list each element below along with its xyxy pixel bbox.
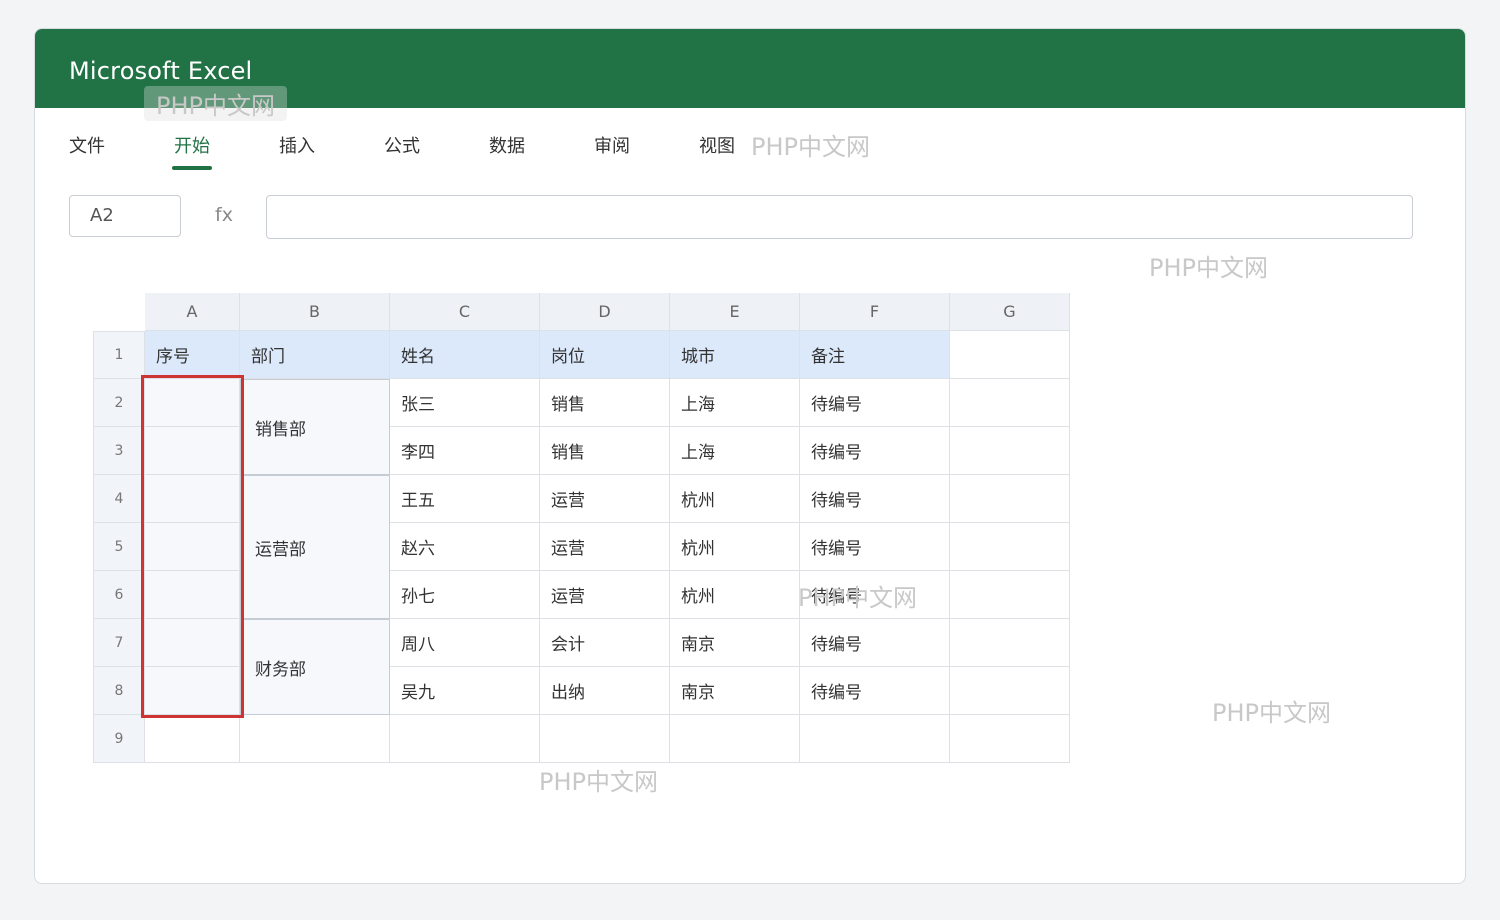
tab-view[interactable]: 视图 <box>699 132 735 158</box>
row-header[interactable]: 6 <box>93 571 145 619</box>
cell-a[interactable] <box>145 523 240 571</box>
header-cell[interactable]: 备注 <box>800 331 950 379</box>
tab-review[interactable]: 审阅 <box>594 132 630 158</box>
header-cell[interactable]: 部门 <box>240 331 390 379</box>
tab-insert[interactable]: 插入 <box>279 132 315 158</box>
empty-cell[interactable] <box>145 715 240 763</box>
cell-role[interactable]: 销售 <box>540 427 670 475</box>
watermark: PHP中文网 <box>1212 699 1331 727</box>
cell-name[interactable]: 李四 <box>390 427 540 475</box>
column-header-e[interactable]: E <box>670 293 800 331</box>
cell-note[interactable]: 待编号 <box>800 379 950 427</box>
header-cell[interactable]: 城市 <box>670 331 800 379</box>
tab-file[interactable]: 文件 <box>69 132 105 158</box>
header-cell[interactable]: 岗位 <box>540 331 670 379</box>
row-header[interactable]: 3 <box>93 427 145 475</box>
app-title: Microsoft Excel <box>69 57 253 85</box>
cell-role[interactable]: 会计 <box>540 619 670 667</box>
cell-a[interactable] <box>145 427 240 475</box>
tab-home[interactable]: 开始 <box>174 132 210 158</box>
active-tab-indicator <box>172 166 212 170</box>
header-cell[interactable] <box>950 331 1070 379</box>
cell-name[interactable]: 赵六 <box>390 523 540 571</box>
row-header[interactable]: 5 <box>93 523 145 571</box>
merged-department-cell[interactable]: 财务部 <box>240 619 390 715</box>
cell-role[interactable]: 运营 <box>540 571 670 619</box>
cell-role[interactable]: 运营 <box>540 523 670 571</box>
column-header-f[interactable]: F <box>800 293 950 331</box>
cell-name[interactable]: 王五 <box>390 475 540 523</box>
cell-city[interactable]: 杭州 <box>670 475 800 523</box>
cell-name[interactable]: 张三 <box>390 379 540 427</box>
watermark: PHP中文网 <box>539 768 658 796</box>
watermark: PHP中文网 <box>144 86 287 121</box>
select-all-corner[interactable] <box>93 293 145 331</box>
row-header[interactable]: 4 <box>93 475 145 523</box>
cell-g[interactable] <box>950 427 1070 475</box>
cell-city[interactable]: 上海 <box>670 379 800 427</box>
cell-note[interactable]: 待编号 <box>800 667 950 715</box>
cell-g[interactable] <box>950 379 1070 427</box>
excel-window: Microsoft Excel 文件 开始 插入 公式 数据 审阅 视图 A2 … <box>34 28 1466 884</box>
empty-cell[interactable] <box>670 715 800 763</box>
tab-formulas[interactable]: 公式 <box>384 132 420 158</box>
cell-name[interactable]: 孙七 <box>390 571 540 619</box>
formula-input[interactable] <box>266 195 1413 239</box>
tab-data[interactable]: 数据 <box>489 132 525 158</box>
watermark: PHP中文网 <box>798 584 917 612</box>
cell-g[interactable] <box>950 523 1070 571</box>
cell-a[interactable] <box>145 619 240 667</box>
cell-g[interactable] <box>950 475 1070 523</box>
cell-note[interactable]: 待编号 <box>800 475 950 523</box>
cell-role[interactable]: 销售 <box>540 379 670 427</box>
cell-city[interactable]: 上海 <box>670 427 800 475</box>
cell-a[interactable] <box>145 379 240 427</box>
empty-cell[interactable] <box>800 715 950 763</box>
column-header-c[interactable]: C <box>390 293 540 331</box>
cell-role[interactable]: 出纳 <box>540 667 670 715</box>
cell-note[interactable]: 待编号 <box>800 619 950 667</box>
header-cell[interactable]: 序号 <box>145 331 240 379</box>
row-header[interactable]: 1 <box>93 331 145 379</box>
cell-a[interactable] <box>145 475 240 523</box>
fx-icon: fx <box>215 204 233 226</box>
cell-city[interactable]: 杭州 <box>670 571 800 619</box>
cell-city[interactable]: 南京 <box>670 667 800 715</box>
row-header[interactable]: 7 <box>93 619 145 667</box>
cell-g[interactable] <box>950 619 1070 667</box>
cell-a[interactable] <box>145 571 240 619</box>
header-cell[interactable]: 姓名 <box>390 331 540 379</box>
cell-role[interactable]: 运营 <box>540 475 670 523</box>
row-header[interactable]: 8 <box>93 667 145 715</box>
name-box[interactable]: A2 <box>69 195 181 237</box>
cell-g[interactable] <box>950 667 1070 715</box>
empty-cell[interactable] <box>390 715 540 763</box>
empty-cell[interactable] <box>540 715 670 763</box>
column-header-g[interactable]: G <box>950 293 1070 331</box>
cell-note[interactable]: 待编号 <box>800 523 950 571</box>
row-header[interactable]: 2 <box>93 379 145 427</box>
merged-department-cell[interactable]: 运营部 <box>240 475 390 619</box>
empty-cell[interactable] <box>240 715 390 763</box>
column-header-a[interactable]: A <box>145 293 240 331</box>
row-header[interactable]: 9 <box>93 715 145 763</box>
cell-city[interactable]: 南京 <box>670 619 800 667</box>
column-header-d[interactable]: D <box>540 293 670 331</box>
column-header-b[interactable]: B <box>240 293 390 331</box>
cell-name[interactable]: 吴九 <box>390 667 540 715</box>
cell-name[interactable]: 周八 <box>390 619 540 667</box>
cell-g[interactable] <box>950 571 1070 619</box>
watermark: PHP中文网 <box>751 133 870 161</box>
cell-note[interactable]: 待编号 <box>800 427 950 475</box>
empty-cell[interactable] <box>950 715 1070 763</box>
merged-department-cell[interactable]: 销售部 <box>240 379 390 475</box>
cell-city[interactable]: 杭州 <box>670 523 800 571</box>
cell-a[interactable] <box>145 667 240 715</box>
watermark: PHP中文网 <box>1149 254 1268 282</box>
